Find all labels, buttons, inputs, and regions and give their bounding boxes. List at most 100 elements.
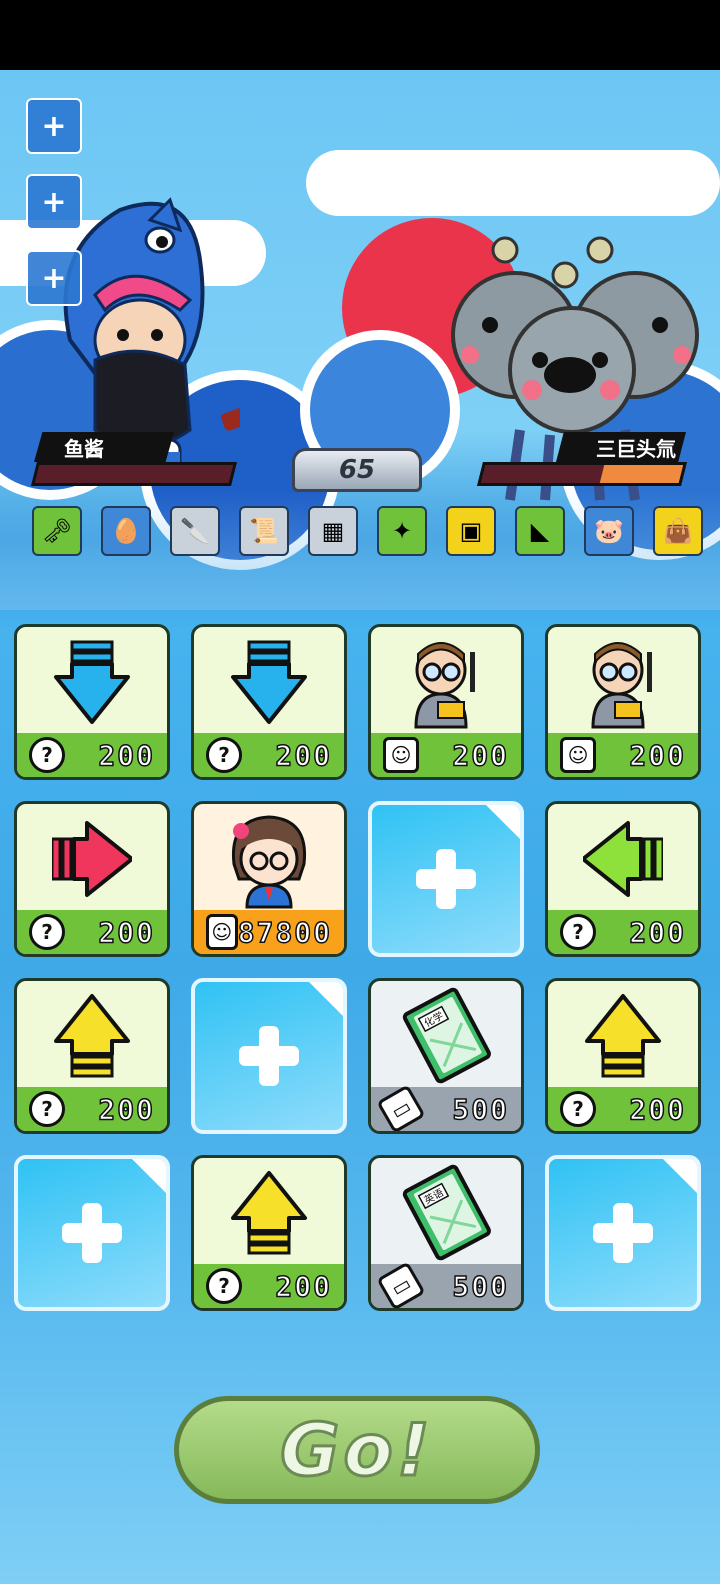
shop-card[interactable]: ? 200 (545, 978, 701, 1134)
empty-slot-add[interactable] (191, 978, 347, 1134)
enemy-name: 三巨头氚 (596, 436, 676, 461)
eraser-icon: ▭ (376, 1261, 426, 1308)
card-footer: ? 200 (548, 910, 698, 954)
empty-slot-add[interactable] (545, 1155, 701, 1311)
stapler-icon[interactable]: ◣ (515, 506, 565, 556)
arrow-down-icon (231, 640, 307, 724)
person-icon: ☺ (383, 737, 419, 773)
shop-card[interactable]: ? 200 (545, 801, 701, 957)
card-art: 英语 (371, 1158, 521, 1268)
card-art (548, 804, 698, 914)
plus-icon (593, 1203, 653, 1263)
card-footer: ☺ 200 (548, 733, 698, 777)
card-footer: ? 200 (194, 733, 344, 777)
card-art (194, 804, 344, 914)
card-price: 200 (98, 1092, 155, 1127)
card-art (17, 981, 167, 1091)
shop-card[interactable]: ? 200 (14, 978, 170, 1134)
enemy-hp-bar (477, 462, 687, 486)
card-art (194, 1158, 344, 1268)
arrow-right-icon (52, 821, 132, 897)
shop-card[interactable]: ? 200 (191, 1155, 347, 1311)
player-hp-bar (31, 462, 237, 486)
question-icon: ? (560, 1091, 596, 1127)
shop-card[interactable]: ? 200 (14, 801, 170, 957)
shop-card[interactable]: ☺ 87800 (191, 801, 347, 957)
card-price: 200 (629, 1092, 686, 1127)
shop-card[interactable]: 英语 ▭ 500 (368, 1155, 524, 1311)
nest-icon[interactable]: 🥚 (101, 506, 151, 556)
slot-corner (484, 805, 520, 841)
player-nameplate: 鱼酱 (34, 432, 174, 462)
go-button[interactable]: Go! (174, 1396, 540, 1504)
slot-corner (130, 1159, 166, 1195)
item-bar: 🗝 🥚 🔪 📜 ▦ ✦ ▣ ◣ 🐷 👜 (0, 506, 720, 566)
card-footer: ▭ 500 (371, 1261, 521, 1308)
turn-counter-value: 65 (338, 455, 376, 485)
card-art (17, 627, 167, 737)
card-price: 200 (629, 738, 686, 773)
question-icon: ? (29, 914, 65, 950)
empty-slot-add[interactable] (14, 1155, 170, 1311)
textbook-icon: 化学 (402, 987, 491, 1084)
card-art (17, 804, 167, 914)
card-price: 200 (452, 738, 509, 773)
card-price: 200 (629, 915, 686, 950)
card-art (194, 627, 344, 737)
card-art (371, 627, 521, 737)
circuit-board-icon[interactable]: ▦ (308, 506, 358, 556)
person-icon: ☺ (560, 737, 596, 773)
card-price: 200 (98, 915, 155, 950)
add-side-button[interactable]: + (26, 250, 82, 306)
teacher-icon (414, 642, 475, 729)
arrow-left-icon (583, 821, 663, 897)
card-price: 500 (452, 1269, 509, 1304)
status-bar (0, 0, 720, 70)
add-side-button[interactable]: + (26, 98, 82, 154)
card-footer: ☺ 87800 (194, 910, 344, 954)
card-price: 200 (275, 1269, 332, 1304)
card-price: 200 (275, 738, 332, 773)
shop-card[interactable]: 化学 ▭ 500 (368, 978, 524, 1134)
shop-card[interactable]: ☺ 200 (368, 624, 524, 780)
card-price: 500 (452, 1092, 509, 1127)
teacher-icon (591, 642, 652, 729)
eraser-icon: ▭ (376, 1084, 426, 1131)
player-name: 鱼酱 (64, 436, 104, 461)
question-icon: ? (29, 1091, 65, 1127)
bag-icon[interactable]: 👜 (653, 506, 703, 556)
plus-icon (416, 849, 476, 909)
turn-counter: 65 (292, 448, 422, 492)
shop-card[interactable]: ☺ 200 (545, 624, 701, 780)
add-side-button[interactable]: + (26, 174, 82, 230)
scroll-icon[interactable]: 📜 (239, 506, 289, 556)
card-art (548, 981, 698, 1091)
card-footer: ▭ 500 (371, 1084, 521, 1131)
empty-slot-add[interactable] (368, 801, 524, 957)
slot-corner (307, 982, 343, 1018)
robot-gun-icon[interactable]: ✦ (377, 506, 427, 556)
card-footer: ? 200 (548, 1087, 698, 1131)
cloud (306, 150, 720, 216)
card-price: 200 (98, 738, 155, 773)
question-icon: ? (206, 737, 242, 773)
cleaver-icon[interactable]: 🔪 (170, 506, 220, 556)
arrow-up-icon (585, 994, 661, 1078)
ammo-box-icon[interactable]: ▣ (446, 506, 496, 556)
arrow-down-icon (54, 640, 130, 724)
card-price: 87800 (237, 915, 332, 950)
game-scene: + + + 鱼酱 三巨头氚 65 🗝 🥚 🔪 📜 ▦ ✦ ▣ ◣ 🐷 👜 ? 200 ? 200 (0, 70, 720, 1584)
textbook-icon: 英语 (402, 1164, 491, 1261)
plus-icon (239, 1026, 299, 1086)
card-footer: ☺ 200 (371, 733, 521, 777)
key-icon[interactable]: 🗝 (32, 506, 82, 556)
card-footer: ? 200 (194, 1264, 344, 1308)
shop-card[interactable]: ? 200 (191, 624, 347, 780)
question-icon: ? (206, 1268, 242, 1304)
piggy-bank-icon[interactable]: 🐷 (584, 506, 634, 556)
enemy-hp-fill (599, 465, 684, 483)
girl-icon (231, 815, 307, 909)
slot-corner (661, 1159, 697, 1195)
shop-card[interactable]: ? 200 (14, 624, 170, 780)
card-art (548, 627, 698, 737)
